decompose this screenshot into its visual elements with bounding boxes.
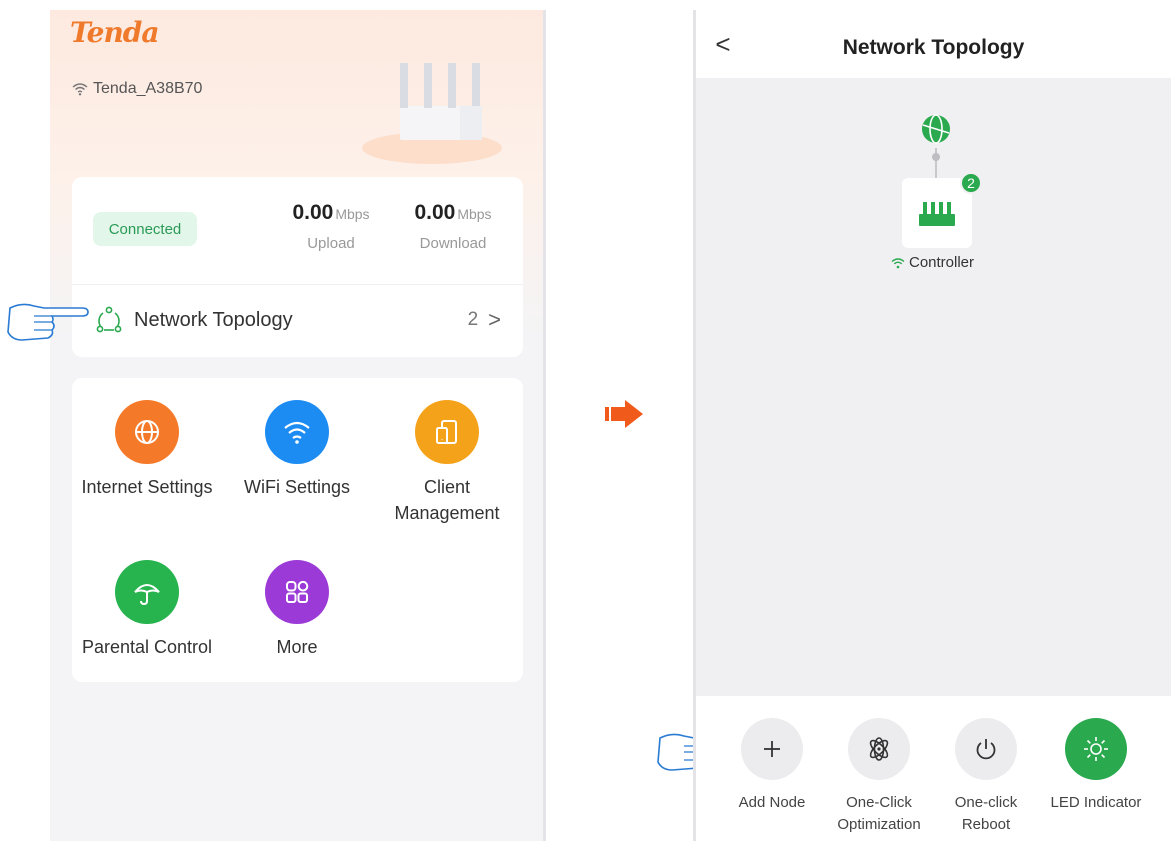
ssid-name: Tenda_A38B70 (93, 80, 203, 97)
node-label-row: Controller (891, 254, 974, 271)
status-card: Connected 0.00 Mbps Upload 0.00 Mbps Downl… (72, 177, 523, 357)
page-title: Network Topology (842, 36, 1025, 59)
topology-link-dot (932, 153, 940, 161)
nav-bar: < Network Topology (696, 10, 1171, 78)
power-icon (976, 739, 996, 760)
app-label: Client Management (394, 477, 500, 523)
app-client-management[interactable]: Client Management (372, 400, 522, 526)
action-icon-bg (848, 718, 910, 780)
download-unit: Mbps (457, 206, 492, 222)
action-label: One-Click Optimization (824, 792, 934, 836)
ssid-row: Tenda_A38B70 (72, 80, 202, 98)
topology-label: Network Topology (134, 308, 293, 331)
one-click-optimization-button[interactable]: One-Click Optimization (824, 718, 934, 836)
upload-value: 0.00 (292, 201, 334, 224)
devices-icon (436, 420, 457, 444)
action-label: LED Indicator (1041, 792, 1151, 814)
internet-globe-icon (922, 114, 950, 144)
app-icon-bg (115, 560, 179, 624)
action-bar: Add Node One-Click Optimization One-click… (696, 696, 1171, 841)
action-icon-bg (955, 718, 1017, 780)
action-label-line1: One-Click (846, 794, 912, 811)
action-label: One-click Reboot (931, 792, 1041, 836)
arrow-right-icon (605, 400, 643, 428)
app-label: More (276, 637, 318, 657)
one-click-reboot-button[interactable]: One-click Reboot (931, 718, 1041, 836)
connection-status-badge: Connected (93, 212, 197, 246)
app-label: Parental Control (81, 637, 213, 657)
action-icon-bg (1065, 718, 1127, 780)
tenda-logo: Tenda (70, 16, 160, 49)
action-label-line1: One-click (954, 794, 1018, 811)
topology-screen: < Network Topology 2 Controller Add Node (693, 10, 1171, 841)
divider (72, 284, 523, 285)
router-icon (919, 202, 955, 226)
app-wifi-settings[interactable]: WiFi Settings (222, 400, 372, 500)
app-parental-control[interactable]: Parental Control (72, 560, 222, 660)
sun-icon (1084, 737, 1108, 761)
wifi-icon (284, 421, 310, 444)
add-node-button[interactable]: Add Node (717, 718, 827, 814)
action-label-line1: LED Indicator (1050, 794, 1142, 811)
app-icon-bg (115, 400, 179, 464)
app-label: WiFi Settings (243, 477, 351, 497)
app-icon-bg (265, 400, 329, 464)
network-topology-entry[interactable]: Network Topology 2 > (94, 295, 501, 345)
home-screen: Tenda Tenda_A38B70 Connected 0.00 Mbps Up… (50, 10, 546, 841)
node-count-badge: 2 (960, 172, 982, 194)
upload-unit: Mbps (335, 206, 370, 222)
wifi-icon (891, 257, 905, 268)
grid-icon (286, 580, 309, 603)
action-icon-bg (741, 718, 803, 780)
action-label-line1: Add Node (738, 794, 806, 811)
wifi-icon (72, 83, 88, 96)
download-value: 0.00 (414, 201, 456, 224)
app-icon-bg (265, 560, 329, 624)
chevron-right-icon: > (488, 307, 501, 332)
atom-icon (869, 737, 889, 761)
download-label: Download (419, 235, 487, 252)
router-illustration (362, 63, 502, 164)
plus-icon (764, 741, 780, 757)
topology-icon (96, 306, 122, 333)
app-label: Internet Settings (81, 477, 213, 497)
led-indicator-toggle[interactable]: LED Indicator (1041, 718, 1151, 814)
download-speed: 0.00 Mbps Download (398, 201, 508, 252)
upload-label: Upload (307, 235, 355, 252)
apps-card: Internet Settings WiFi Settings Client M… (72, 378, 523, 682)
topology-node-count: 2 (467, 309, 479, 330)
upload-speed: 0.00 Mbps Upload (276, 201, 386, 252)
pointing-hand-icon (7, 303, 89, 341)
action-label-line2: Reboot (961, 816, 1011, 833)
action-label-line2: Optimization (837, 816, 921, 833)
globe-icon (135, 420, 159, 444)
app-icon-bg (415, 400, 479, 464)
app-internet-settings[interactable]: Internet Settings (72, 400, 222, 500)
controller-label: Controller (909, 254, 975, 271)
action-label: Add Node (717, 792, 827, 814)
umbrella-icon (134, 584, 160, 606)
app-more[interactable]: More (222, 560, 372, 660)
